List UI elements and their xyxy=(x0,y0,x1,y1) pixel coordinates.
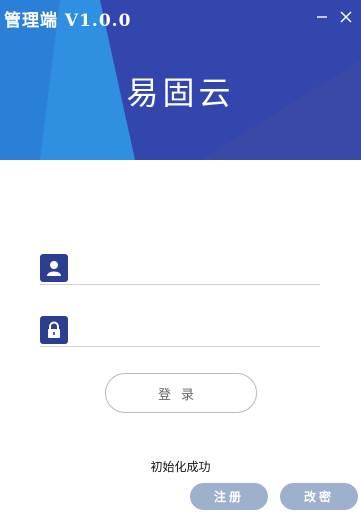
close-icon[interactable] xyxy=(337,8,355,26)
register-button[interactable]: 注册 xyxy=(190,483,268,510)
lock-icon xyxy=(40,316,68,344)
window-controls xyxy=(313,8,355,26)
header-banner: 管理端 V1.0.0 易固云 xyxy=(0,0,361,160)
username-field xyxy=(40,254,320,285)
password-field xyxy=(40,316,320,347)
change-password-button[interactable]: 改密 xyxy=(280,483,358,510)
window-title: 管理端 V1.0.0 xyxy=(4,11,132,31)
app-name: 易固云 xyxy=(126,74,235,112)
password-input[interactable] xyxy=(76,320,320,344)
username-input[interactable] xyxy=(76,258,320,282)
status-text: 初始化成功 xyxy=(150,460,211,474)
minimize-icon[interactable] xyxy=(313,8,331,26)
login-button[interactable]: 登录 xyxy=(105,373,257,413)
user-icon xyxy=(40,254,68,282)
